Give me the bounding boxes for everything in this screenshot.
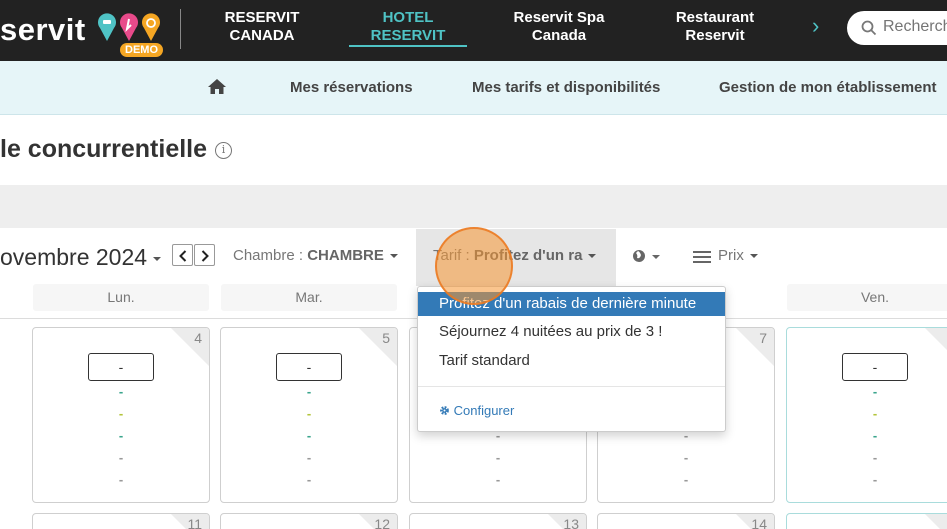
day-number: 13 [563,516,579,529]
reservit-logo[interactable]: servit DEMO [0,6,175,57]
price-input[interactable]: - [88,353,154,381]
nav-reservit-canada[interactable]: RESERVIT CANADA [222,9,302,45]
prix-selector[interactable]: Prix [718,247,758,264]
page-title: le concurrentielle [0,135,208,163]
room-caret-icon [389,254,398,259]
subnav-mes-tarifs[interactable]: Mes tarifs et disponibilités [472,79,660,96]
availability-dash: - [306,450,312,465]
day-number: 7 [759,330,767,346]
availability-dash: - [872,450,878,465]
day-number: 12 [374,516,390,529]
list-lines-icon [693,251,711,263]
availability-dash: - [872,406,878,421]
logo-text: servit [0,12,86,47]
cell-corner [925,514,947,529]
price-input[interactable]: - [276,353,342,381]
filter-bar [0,185,947,228]
nav-reservit-spa[interactable]: Reservit Spa Canada [505,9,613,45]
day-number: 4 [194,330,202,346]
availability-dash: - [306,406,312,421]
search-input[interactable] [883,18,947,36]
availability-dash: - [118,472,124,487]
nav-hotel-reservit[interactable]: HOTEL RESERVIT [360,9,456,45]
day-header-ven: Ven. [787,284,947,311]
price-input[interactable]: - [842,353,908,381]
gear-icon [440,406,449,415]
day-number: 11 [187,516,202,529]
availability-dash: - [118,450,124,465]
configure-link[interactable]: Configurer [439,403,514,418]
availability-dash: - [872,428,878,443]
tarif-dropdown-menu: Profitez d'un rabais de dernière minute … [417,286,726,432]
search-box[interactable] [847,11,947,45]
chevron-right-icon [201,250,209,262]
demo-badge: DEMO [120,43,163,57]
prev-month-button[interactable] [172,244,193,266]
availability-dash: - [495,472,501,487]
logo-pins-icon [98,13,160,42]
calendar-day-cell[interactable]: 12 [220,513,398,529]
cell-corner [171,328,209,366]
availability-dash: - [683,450,689,465]
availability-dash: - [683,472,689,487]
nav-more-chevron-icon[interactable]: › [812,15,819,37]
globe-icon[interactable] [632,249,662,265]
availability-dash: - [872,472,878,487]
availability-dash: - [306,428,312,443]
day-header-lun: Lun. [33,284,209,311]
month-selector[interactable]: ovembre 2024 [0,244,162,271]
tarif-option-rabais-derniere-minute[interactable]: Profitez d'un rabais de dernière minute [418,292,725,316]
calendar-day-cell[interactable]: 4 - - - - - - [32,327,210,503]
chevron-left-icon [178,250,186,262]
dropdown-divider [418,386,725,387]
calendar-day-cell[interactable] [786,513,947,529]
subnav-mes-reservations[interactable]: Mes réservations [290,79,413,96]
availability-dash: - [118,384,124,399]
availability-dash: - [872,384,878,399]
calendar-day-cell[interactable]: 13 [409,513,587,529]
configure-label: Configurer [453,403,515,418]
cell-corner [925,328,947,366]
calendar-day-cell[interactable]: 11 [32,513,210,529]
availability-dash: - [306,384,312,399]
tarif-option-standard[interactable]: Tarif standard [418,349,725,373]
calendar-day-cell[interactable]: - - - - - - [786,327,947,503]
tarif-option-4-nuitees[interactable]: Séjournez 4 nuitées au prix de 3 ! [418,320,725,344]
availability-dash: - [118,428,124,443]
nav-active-underline [349,45,467,47]
sub-navbar: Mes réservations Mes tarifs et disponibi… [0,61,947,115]
availability-dash: - [306,472,312,487]
calendar-day-cell[interactable]: 5 - - - - - - [220,327,398,503]
availability-dash: - [495,450,501,465]
nav-divider [180,9,181,49]
day-number: 14 [751,516,767,529]
info-icon[interactable]: i [215,142,232,159]
tarif-caret-icon [588,254,597,259]
day-number: 5 [382,330,390,346]
subnav-gestion-etablissement[interactable]: Gestion de mon établissement [719,79,937,96]
calendar-day-cell[interactable]: 14 [597,513,775,529]
home-icon[interactable] [207,78,227,95]
day-header-mar: Mar. [221,284,397,311]
search-icon [861,20,877,36]
cell-corner [359,328,397,366]
availability-dash: - [118,406,124,421]
tarif-selector[interactable]: Tarif : Profitez d'un ra [433,247,597,264]
top-navbar: servit DEMO RESERVIT CANADA HOTEL RESERV… [0,0,947,61]
nav-restaurant-reservit[interactable]: Restaurant Reservit [665,9,765,45]
month-caret-icon [153,256,162,261]
prix-caret-icon [749,254,758,259]
next-month-button[interactable] [194,244,215,266]
room-selector[interactable]: Chambre : CHAMBRE [233,247,398,264]
cell-corner [736,328,774,366]
